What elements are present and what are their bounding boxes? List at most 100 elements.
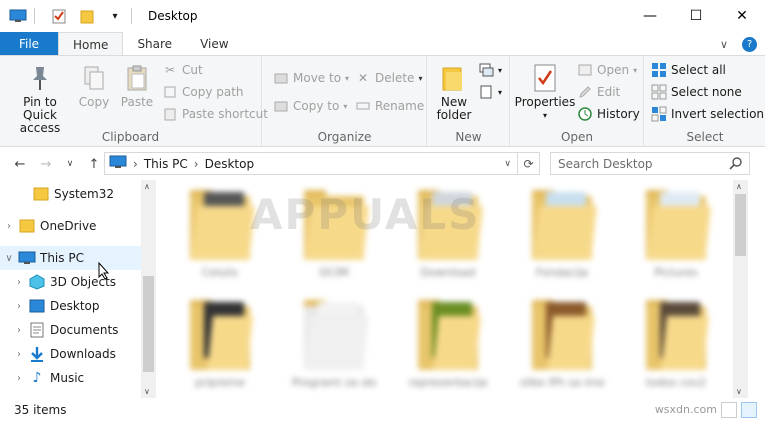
copy-icon [78, 62, 110, 94]
open-button[interactable]: Open ▾ [577, 60, 637, 80]
file-label: todos cov2 [645, 376, 707, 389]
copy-path-button[interactable]: Copy path [162, 82, 244, 102]
cut-button[interactable]: ✂ Cut [162, 60, 203, 80]
move-to-button[interactable]: Move to ▾ [273, 68, 349, 88]
new-item-button[interactable]: ▾ [478, 60, 502, 80]
nav-scroll-down-icon[interactable]: ∨ [144, 387, 150, 396]
window-title: Desktop [148, 9, 198, 23]
delete-button[interactable]: ✕ Delete ▾ [355, 68, 422, 88]
collapse-chevron-icon[interactable]: ∨ [0, 253, 18, 264]
easy-access-button[interactable]: ▾ [478, 82, 502, 102]
history-button[interactable]: History [577, 104, 640, 124]
pin-to-quick-access-button[interactable]: Pin to Quick access [6, 62, 74, 135]
open-group: Properties ▾ Open ▾ Edit History Open [511, 56, 644, 147]
history-label: History [597, 107, 640, 121]
breadcrumb-desktop[interactable]: Desktop [205, 157, 255, 171]
up-arrow-icon[interactable]: ↑ [84, 154, 104, 174]
collapse-ribbon-icon[interactable]: ∨ [720, 38, 728, 51]
rename-button[interactable]: Rename [355, 96, 424, 116]
breadcrumb-this-pc[interactable]: This PC [144, 157, 188, 171]
expand-chevron-icon[interactable]: › [10, 277, 28, 288]
select-all-button[interactable]: Select all [651, 60, 726, 80]
details-view-icon[interactable] [721, 402, 737, 418]
nav-item-3d-objects[interactable]: › 3D Objects [0, 270, 142, 294]
easy-access-icon [478, 84, 494, 100]
maximize-button[interactable]: ☐ [673, 0, 719, 32]
nav-pane-scrollbar[interactable]: ∧ ∨ [141, 180, 156, 398]
recent-locations-chevron-icon[interactable]: ∨ [60, 154, 80, 174]
tab-share[interactable]: Share [123, 32, 186, 56]
copy-button[interactable]: Copy [76, 62, 112, 109]
content-scroll-down-icon[interactable]: ∨ [736, 387, 742, 396]
nav-item-label: System32 [54, 187, 115, 201]
tab-view[interactable]: View [186, 32, 242, 56]
copy-to-button[interactable]: Copy to ▾ [273, 96, 347, 116]
edit-button[interactable]: Edit [577, 82, 620, 102]
tab-home[interactable]: Home [58, 32, 124, 56]
nav-item-label: This PC [40, 251, 84, 265]
expand-chevron-icon[interactable]: › [10, 349, 28, 360]
paste-button[interactable]: Paste [118, 62, 156, 109]
file-label: Celulis [201, 266, 239, 279]
address-field[interactable]: › This PC › Desktop ∨ [104, 152, 518, 175]
file-tile[interactable]: reprezentacija [406, 292, 490, 396]
file-tile[interactable]: pripreme [178, 292, 262, 396]
large-icons-view-icon[interactable] [741, 402, 757, 418]
properties-quick-icon[interactable] [49, 6, 69, 26]
nav-item-label: OneDrive [40, 219, 97, 233]
nav-pane-scroll-thumb[interactable] [143, 276, 154, 372]
folder-icon [532, 188, 597, 260]
properties-button[interactable]: Properties ▾ [515, 62, 575, 122]
file-label: DCIM [319, 266, 349, 279]
new-folder-quick-icon[interactable] [77, 6, 97, 26]
nav-item-music[interactable]: › ♪ Music [0, 366, 142, 390]
file-tile[interactable]: Programi za skole [292, 292, 376, 396]
nav-item-desktop[interactable]: › Desktop [0, 294, 142, 318]
paste-shortcut-button[interactable]: Paste shortcut [162, 104, 268, 124]
pin-icon [24, 62, 56, 94]
copy-path-label: Copy path [182, 85, 244, 99]
ribbon: Pin to Quick access Copy Paste ✂ Cut Cop… [0, 55, 765, 147]
nav-item-this-pc[interactable]: ∨ This PC [0, 246, 142, 270]
file-tile[interactable]: todos cov2 [634, 292, 718, 396]
folder-icon [532, 298, 595, 370]
expand-chevron-icon[interactable]: › [10, 325, 28, 336]
minimize-button[interactable]: — [627, 0, 673, 32]
content-scroll-up-icon[interactable]: ∧ [736, 182, 742, 191]
file-view-scroll-thumb[interactable] [735, 194, 746, 256]
this-pc-computer-icon [109, 155, 127, 172]
search-input[interactable]: Search Desktop [550, 152, 750, 175]
move-to-label: Move to [293, 71, 342, 85]
mouse-cursor-icon [98, 261, 110, 283]
refresh-icon[interactable]: ⟳ [518, 152, 540, 175]
expand-chevron-icon[interactable]: › [10, 373, 28, 384]
explorer-window-icon[interactable] [8, 6, 28, 26]
cut-label: Cut [182, 63, 203, 77]
watermark-logo: APPUALS [250, 190, 481, 239]
new-folder-button[interactable]: New folder [432, 62, 476, 122]
expand-chevron-icon[interactable]: › [0, 221, 18, 232]
help-icon[interactable]: ? [742, 36, 757, 52]
folder-icon [646, 298, 709, 370]
file-tile[interactable]: slike iPh sa imenom [520, 292, 604, 396]
file-view-scrollbar[interactable]: ∧ ∨ [733, 180, 748, 398]
copy-to-dropdown-icon: ▾ [343, 101, 348, 111]
nav-item-onedrive[interactable]: › OneDrive [0, 214, 142, 238]
folder-icon [190, 298, 253, 370]
file-tile[interactable]: Fondacija [520, 182, 604, 286]
file-tile[interactable]: Pictures [634, 182, 718, 286]
expand-chevron-icon[interactable]: › [10, 301, 28, 312]
back-arrow-icon[interactable]: ← [10, 154, 30, 174]
close-button[interactable]: ✕ [719, 0, 765, 32]
invert-selection-button[interactable]: Invert selection [651, 104, 764, 124]
select-none-icon [651, 84, 667, 100]
nav-scroll-up-icon[interactable]: ∧ [144, 182, 150, 191]
select-none-button[interactable]: Select none [651, 82, 742, 102]
nav-item-system32[interactable]: System32 [0, 182, 142, 206]
nav-item-documents[interactable]: › Documents [0, 318, 142, 342]
forward-arrow-icon[interactable]: → [36, 154, 56, 174]
customize-quick-access-icon[interactable]: ▾ [105, 6, 125, 26]
address-dropdown-icon[interactable]: ∨ [504, 159, 511, 169]
nav-item-downloads[interactable]: › Downloads [0, 342, 142, 366]
tab-file[interactable]: File [0, 32, 58, 56]
